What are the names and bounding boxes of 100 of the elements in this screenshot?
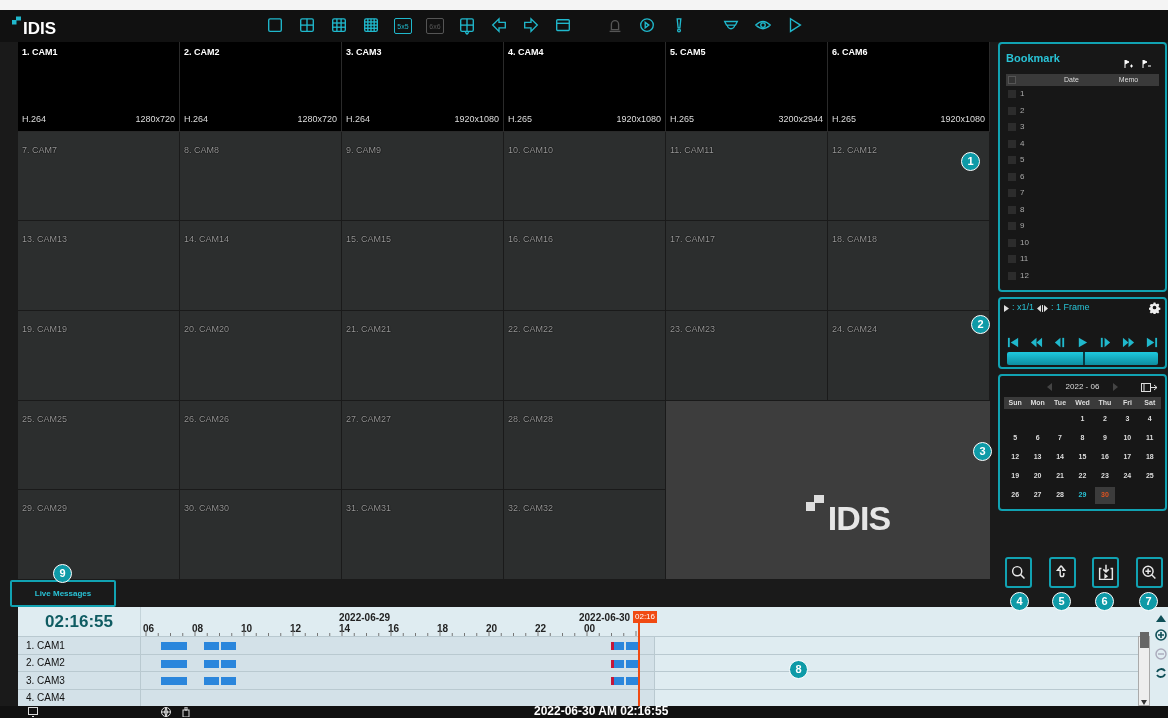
- camera-tile[interactable]: 21. CAM21: [342, 311, 504, 401]
- camera-name: 25. CAM25: [22, 413, 68, 424]
- camera-tile[interactable]: 10. CAM10: [504, 131, 666, 222]
- rewind-icon[interactable]: [1030, 336, 1043, 349]
- camera-tile[interactable]: 1. CAM1 H.264 1280x720: [18, 42, 180, 132]
- playback-icon[interactable]: [638, 17, 656, 35]
- usb-icon[interactable]: [182, 707, 190, 717]
- camera-name: 23. CAM23: [670, 324, 716, 334]
- camera-name: 28. CAM28: [508, 413, 554, 424]
- speed-slider[interactable]: [1007, 352, 1158, 365]
- camera-tile[interactable]: 5. CAM5 H.265 3200x2944: [666, 42, 828, 132]
- camera-tile[interactable]: 8. CAM8: [180, 131, 342, 222]
- camera-tile[interactable]: 23. CAM23: [666, 311, 828, 401]
- scrollbar[interactable]: [1138, 607, 1150, 706]
- camera-tile[interactable]: 13. CAM13: [18, 221, 180, 311]
- cursor-time-badge: 02:16: [633, 611, 658, 623]
- row-number: 5: [1020, 154, 1025, 167]
- zoom-in-button[interactable]: [1135, 557, 1163, 588]
- row-number: 8: [1020, 203, 1025, 216]
- camera-name: 26. CAM26: [184, 413, 230, 424]
- settings-icon[interactable]: [1149, 302, 1161, 314]
- select-all-checkbox[interactable]: [1008, 76, 1016, 84]
- camera-tile[interactable]: 2. CAM2 H.264 1280x720: [180, 42, 342, 132]
- channel-name: 1. CAM1: [26, 638, 65, 653]
- sixteen-grid-icon[interactable]: [362, 17, 380, 35]
- camera-tile[interactable]: 14. CAM14: [180, 221, 342, 311]
- monitor-icon[interactable]: [28, 707, 38, 717]
- camera-name: 16. CAM16: [508, 234, 554, 245]
- camera-name: 13. CAM13: [22, 234, 68, 245]
- live-messages-button[interactable]: Live Messages: [10, 580, 116, 607]
- hour-label: 22: [535, 622, 547, 636]
- camera-name: 11. CAM11: [670, 144, 714, 155]
- camera-tile[interactable]: 3. CAM3 H.264 1920x1080: [342, 42, 504, 132]
- right-arrow-icon[interactable]: [522, 17, 540, 35]
- status-datetime: 2022-06-30 AM 02:16:55: [534, 704, 669, 718]
- camera-tile[interactable]: 16. CAM16: [504, 221, 666, 311]
- camera-tile[interactable]: 28. CAM28: [504, 400, 666, 491]
- camera-name: 30. CAM30: [184, 503, 230, 514]
- row-number: 11: [1020, 253, 1029, 266]
- logo-text: IDIS: [23, 19, 57, 37]
- remove-flag-icon[interactable]: [1142, 60, 1151, 68]
- date-label: 2022-06-29: [339, 611, 391, 624]
- row-number: 9: [1020, 220, 1025, 233]
- step-back-icon[interactable]: [1053, 336, 1066, 349]
- hour-label: 06: [143, 622, 155, 636]
- scroll-thumb[interactable]: [1139, 632, 1149, 648]
- camera-tile[interactable]: 31. CAM31: [342, 490, 504, 580]
- camera-tile[interactable]: 18. CAM18: [828, 221, 990, 311]
- camera-tile[interactable]: 32. CAM32: [504, 490, 666, 580]
- camera-tile[interactable]: 17. CAM17: [666, 221, 828, 311]
- resolution-label: 3200x2944: [778, 113, 823, 127]
- row-number: 7: [1020, 187, 1025, 200]
- recording-segment: [221, 659, 236, 668]
- camera-name: 27. CAM27: [346, 413, 392, 424]
- camera-tile[interactable]: 9. CAM9: [342, 131, 504, 222]
- step-label: : 1 Frame: [1051, 301, 1090, 315]
- refresh-icon[interactable]: [1155, 667, 1167, 679]
- camera-tile[interactable]: 6. CAM6 H.265 1920x1080: [828, 42, 990, 132]
- camera-tile[interactable]: 4. CAM4 H.265 1920x1080: [504, 42, 666, 132]
- collapse-icon[interactable]: [1156, 615, 1166, 622]
- play-icon[interactable]: [1076, 336, 1089, 349]
- search-button[interactable]: [1005, 557, 1032, 588]
- skip-forward-icon[interactable]: [1145, 336, 1158, 349]
- fast-forward-icon[interactable]: [1122, 336, 1135, 349]
- custom-grid-icon[interactable]: [458, 17, 476, 35]
- camera-name: 2. CAM2: [184, 46, 221, 59]
- upload-button[interactable]: [1048, 557, 1076, 588]
- event-marker: [611, 677, 614, 685]
- camera-tile[interactable]: 7. CAM7: [18, 131, 180, 222]
- recording-segment: [221, 677, 236, 685]
- left-arrow-icon[interactable]: [490, 17, 508, 35]
- camera-tile[interactable]: 26. CAM26: [180, 400, 342, 491]
- skip-back-icon[interactable]: [1007, 336, 1020, 349]
- camera-tile[interactable]: 25. CAM25: [18, 400, 180, 491]
- camera-tile[interactable]: 11. CAM11: [666, 131, 828, 222]
- camera-tile[interactable]: 20. CAM20: [180, 311, 342, 401]
- slider-handle[interactable]: [1082, 352, 1085, 365]
- camera-tile[interactable]: 22. CAM22: [504, 311, 666, 401]
- camera-tile[interactable]: 15. CAM15: [342, 221, 504, 311]
- globe-icon[interactable]: [161, 707, 171, 717]
- hour-label: 12: [290, 622, 302, 636]
- resolution-label: 1920x1080: [454, 113, 499, 127]
- date-label: 2022-06-30: [579, 611, 631, 624]
- export-button[interactable]: [1092, 557, 1120, 588]
- logo-mark-icon: [12, 15, 23, 26]
- codec-label: H.265: [832, 113, 857, 127]
- nine-grid-icon[interactable]: [330, 17, 348, 35]
- camera-name: 18. CAM18: [832, 234, 878, 245]
- single-view-icon[interactable]: [266, 17, 284, 35]
- event-marker: [611, 642, 614, 650]
- camera-tile[interactable]: 27. CAM27: [342, 400, 504, 491]
- hour-label: 14: [339, 622, 351, 636]
- step-forward-icon[interactable]: [1099, 336, 1112, 349]
- quad-grid-icon[interactable]: [298, 17, 316, 35]
- resolution-label: 1920x1080: [616, 113, 661, 127]
- add-flag-icon[interactable]: [1124, 60, 1133, 68]
- zoom-in-icon[interactable]: [1155, 629, 1167, 641]
- film-exit-icon[interactable]: [1141, 383, 1158, 392]
- camera-tile[interactable]: 19. CAM19: [18, 311, 180, 401]
- camera-tile[interactable]: 30. CAM30: [180, 490, 342, 580]
